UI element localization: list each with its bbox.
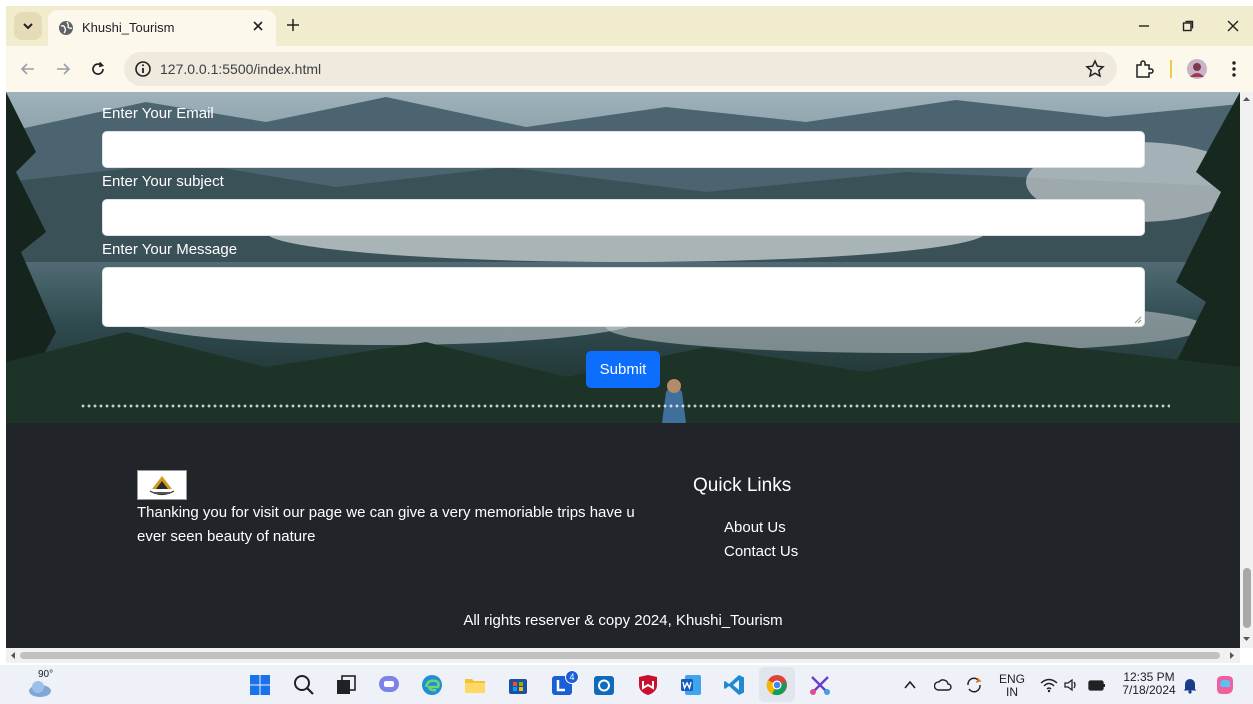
contact-section: Enter Your Email Enter Your subject Ente… (6, 92, 1240, 423)
chrome-icon[interactable] (765, 673, 789, 697)
language-indicator[interactable]: ENG IN (998, 673, 1026, 699)
scroll-up-icon[interactable] (1240, 94, 1253, 104)
restore-icon (1182, 20, 1194, 32)
globe-icon (59, 21, 73, 35)
notification-bell-icon[interactable] (1182, 676, 1198, 694)
footer-link-contact-us[interactable]: Contact Us (724, 543, 798, 560)
avatar-icon (1187, 59, 1207, 79)
page-viewport: Enter Your Email Enter Your subject Ente… (6, 92, 1240, 648)
tab-active[interactable]: Khushi_Tourism (48, 10, 276, 46)
bookmark-star-icon[interactable] (1085, 59, 1105, 79)
scroll-down-icon[interactable] (1240, 634, 1253, 644)
copyright-text: All rights reserver & copy 2024, Khushi_… (463, 612, 783, 629)
toolbar-separator (1170, 60, 1172, 78)
dotted-divider (80, 404, 1170, 408)
footer-about-text: Thanking you for visit our page we can g… (137, 504, 635, 545)
browser-toolbar: 127.0.0.1:5500/index.html (6, 46, 1253, 92)
close-icon (1227, 20, 1239, 32)
weather-temperature: 90° (38, 669, 54, 680)
site-logo[interactable] (137, 470, 187, 500)
copilot-icon[interactable] (1213, 673, 1237, 697)
browser-menu-button[interactable] (1222, 57, 1246, 81)
submit-button[interactable]: Submit (586, 351, 660, 388)
clock-date: 7/18/2024 (1122, 683, 1176, 697)
battery-icon[interactable] (1088, 677, 1106, 693)
puzzle-icon (1136, 60, 1154, 78)
notification-badge: 4 (565, 670, 579, 684)
chevron-up-icon[interactable] (902, 677, 918, 693)
windows-start-icon[interactable] (248, 673, 272, 697)
message-label: Enter Your Message (102, 241, 238, 258)
reload-icon (92, 61, 105, 75)
window-close-button[interactable] (1216, 12, 1250, 40)
search-icon[interactable] (292, 673, 316, 697)
region-code: IN (1006, 685, 1018, 699)
word-icon[interactable] (679, 673, 703, 697)
arrow-right-icon (57, 63, 71, 75)
extensions-button[interactable] (1132, 57, 1156, 81)
clock[interactable]: 12:35 PM 7/18/2024 (1116, 671, 1182, 697)
snipping-tool-icon[interactable] (808, 673, 832, 697)
vertical-scrollbar[interactable] (1240, 92, 1253, 648)
tab-close-button[interactable] (248, 16, 268, 36)
resize-handle-icon[interactable] (1134, 316, 1142, 324)
info-icon (135, 61, 151, 77)
file-explorer-icon[interactable] (463, 673, 487, 697)
email-field[interactable] (102, 131, 1145, 168)
close-icon (253, 21, 263, 31)
url-text: 127.0.0.1:5500/index.html (160, 61, 322, 77)
vscode-icon[interactable] (722, 673, 746, 697)
edge-browser-icon[interactable] (420, 673, 444, 697)
kebab-menu-icon (1232, 61, 1236, 77)
minimize-button[interactable] (1127, 12, 1161, 40)
sync-icon[interactable] (965, 676, 983, 694)
quick-links-heading: Quick Links (693, 475, 792, 496)
microsoft-store-icon[interactable] (506, 673, 530, 697)
tab-strip: Khushi_Tourism (6, 6, 1253, 46)
minimize-icon (1139, 25, 1149, 27)
profile-avatar[interactable] (1185, 57, 1209, 81)
message-textarea[interactable] (102, 267, 1145, 327)
address-bar[interactable]: 127.0.0.1:5500/index.html (124, 52, 1117, 86)
browser-window: Khushi_Tourism 127.0.0.1:5500/index.html… (0, 0, 1253, 704)
vertical-scroll-thumb[interactable] (1243, 568, 1251, 628)
plus-icon (287, 19, 299, 31)
restore-button[interactable] (1171, 12, 1205, 40)
horizontal-scroll-thumb[interactable] (20, 652, 1220, 659)
back-button[interactable] (14, 55, 42, 83)
mcafee-shield-icon[interactable] (636, 673, 660, 697)
horizontal-scrollbar[interactable] (6, 648, 1240, 663)
onedrive-cloud-icon[interactable] (934, 677, 952, 693)
reload-button[interactable] (84, 55, 112, 83)
forward-button[interactable] (49, 55, 77, 83)
scroll-left-icon[interactable] (8, 648, 18, 663)
site-footer: Thanking you for visit our page we can g… (6, 423, 1240, 648)
email-label: Enter Your Email (102, 105, 214, 122)
chevron-down-icon (23, 23, 33, 30)
scroll-right-icon[interactable] (1227, 648, 1237, 663)
footer-link-about-us[interactable]: About Us (724, 519, 786, 536)
arrow-left-icon (20, 63, 34, 75)
windows-taskbar: 90° 4 ENG IN 12:35 PM 7/18/2024 (0, 665, 1253, 704)
task-view-icon[interactable] (334, 673, 358, 697)
wifi-icon[interactable] (1040, 677, 1058, 693)
subject-label: Enter Your subject (102, 173, 224, 190)
tab-title: Khushi_Tourism (82, 20, 175, 35)
subject-field[interactable] (102, 199, 1145, 236)
teams-chat-icon[interactable] (377, 673, 401, 697)
new-tab-button[interactable] (282, 14, 304, 36)
logo-emblem-icon (149, 476, 175, 496)
volume-icon[interactable] (1063, 677, 1079, 693)
tab-search-button[interactable] (14, 12, 42, 40)
outlook-icon[interactable] (592, 673, 616, 697)
